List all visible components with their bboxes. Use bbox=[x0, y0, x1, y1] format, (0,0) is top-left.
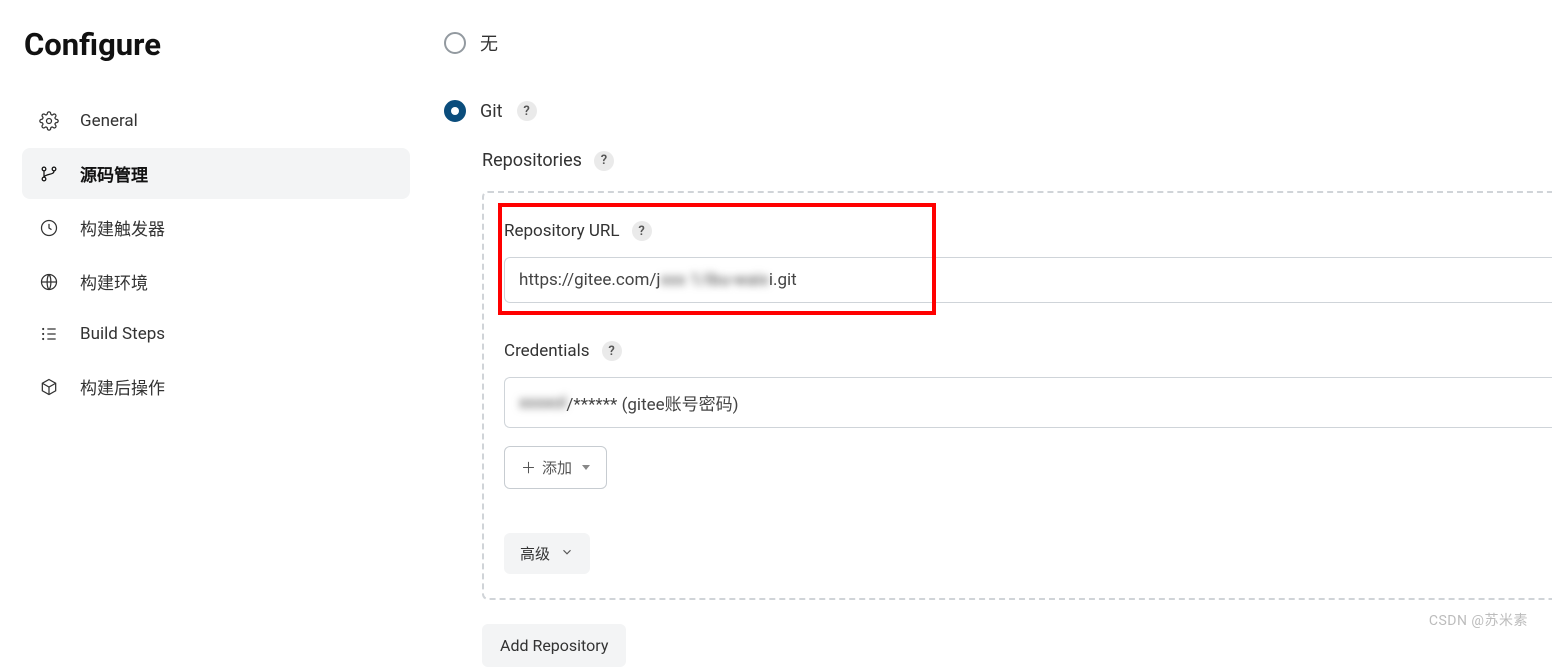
credentials-select[interactable]: xxxxol/****** (gitee账号密码) bbox=[504, 377, 1552, 428]
radio-label: Git bbox=[480, 101, 503, 122]
gear-icon bbox=[38, 110, 60, 132]
sidebar-item-label: General bbox=[80, 111, 138, 131]
repository-block: Repository URL ? https://gitee.com/jxxx … bbox=[482, 191, 1552, 600]
sidebar-item-label: Build Steps bbox=[80, 324, 165, 344]
sidebar-item-label: 源码管理 bbox=[80, 161, 148, 186]
sidebar-item-triggers[interactable]: 构建触发器 bbox=[22, 202, 410, 253]
radio-label: 无 bbox=[480, 30, 498, 56]
repositories-heading: Repositories ? bbox=[482, 150, 1552, 171]
repo-url-input[interactable]: https://gitee.com/jxxx 1/ibu-waixi.git bbox=[504, 257, 1552, 303]
sidebar-item-scm[interactable]: 源码管理 bbox=[22, 148, 410, 199]
chevron-down-icon bbox=[582, 465, 590, 470]
sidebar-item-general[interactable]: General bbox=[22, 97, 410, 145]
chevron-down-icon bbox=[560, 545, 574, 563]
sidebar-item-post-build[interactable]: 构建后操作 bbox=[22, 361, 410, 412]
sidebar-item-label: 构建环境 bbox=[80, 269, 148, 294]
radio-git[interactable] bbox=[444, 100, 466, 122]
branch-icon bbox=[38, 163, 60, 185]
repo-url-label: Repository URL ? bbox=[504, 221, 1552, 241]
globe-icon bbox=[38, 271, 60, 293]
watermark: CSDN @苏米素 bbox=[1429, 610, 1528, 630]
sidebar-item-build-steps[interactable]: Build Steps bbox=[22, 310, 410, 358]
add-credentials-button[interactable]: ＋ 添加 bbox=[504, 446, 607, 489]
advanced-button[interactable]: 高级 bbox=[504, 533, 590, 574]
plus-icon: ＋ bbox=[521, 457, 536, 478]
scm-option-none[interactable]: 无 bbox=[444, 30, 1552, 56]
radio-none[interactable] bbox=[444, 32, 466, 54]
page-title: Configure bbox=[24, 26, 410, 63]
sidebar: Configure General 源码管理 构建触发器 构建环境 bbox=[0, 0, 420, 667]
credentials-label: Credentials ? bbox=[504, 341, 1552, 361]
sidebar-item-label: 构建后操作 bbox=[80, 374, 165, 399]
help-icon[interactable]: ? bbox=[594, 151, 614, 171]
help-icon[interactable]: ? bbox=[602, 341, 622, 361]
sidebar-item-env[interactable]: 构建环境 bbox=[22, 256, 410, 307]
help-icon[interactable]: ? bbox=[517, 101, 537, 121]
sidebar-item-label: 构建触发器 bbox=[80, 215, 165, 240]
scm-option-git[interactable]: Git ? bbox=[444, 100, 1552, 122]
steps-icon bbox=[38, 323, 60, 345]
package-icon bbox=[38, 376, 60, 398]
help-icon[interactable]: ? bbox=[632, 221, 652, 241]
main-content: 无 Git ? Repositories ? Repository URL ? … bbox=[420, 0, 1552, 667]
clock-icon bbox=[38, 217, 60, 239]
add-repository-button[interactable]: Add Repository bbox=[482, 624, 626, 667]
